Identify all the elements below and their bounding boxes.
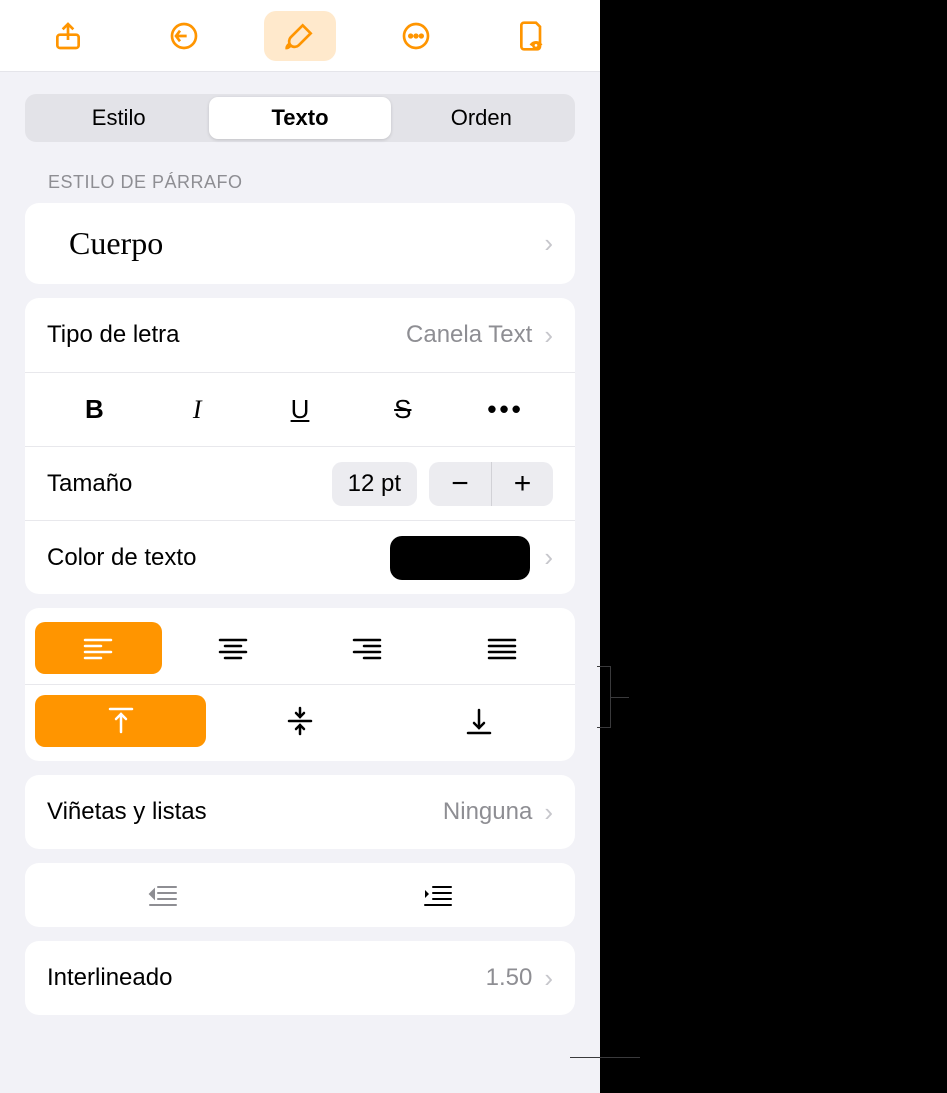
callout-line (611, 697, 629, 698)
text-color-swatch[interactable] (390, 536, 530, 580)
indent-icon (423, 883, 453, 907)
bold-button[interactable]: B (47, 388, 142, 432)
brush-icon (284, 20, 316, 52)
italic-button[interactable]: I (150, 388, 245, 432)
size-value-button[interactable]: 12 pt (332, 462, 417, 506)
vertical-align-row (25, 684, 575, 751)
valign-bottom-button[interactable] (394, 695, 565, 747)
strikethrough-button[interactable]: S (355, 388, 450, 432)
line-spacing-value: 1.50 (486, 964, 533, 992)
align-center-button[interactable] (170, 622, 297, 674)
line-spacing-card: Interlineado 1.50 › (25, 941, 575, 1015)
valign-top-icon (108, 706, 134, 736)
outdent-icon (148, 883, 178, 907)
chevron-right-icon: › (544, 320, 553, 351)
bullets-value: Ninguna (443, 798, 532, 826)
line-spacing-row[interactable]: Interlineado 1.50 › (25, 941, 575, 1015)
indent-card (25, 863, 575, 927)
align-left-button[interactable] (35, 622, 162, 674)
chevron-right-icon: › (544, 228, 553, 259)
align-center-icon (218, 636, 248, 660)
top-toolbar (0, 0, 600, 72)
paragraph-style-row[interactable]: Cuerpo › (25, 203, 575, 284)
bullets-card: Viñetas y listas Ninguna › (25, 775, 575, 849)
document-button[interactable] (496, 11, 568, 61)
format-panel: Estilo Texto Orden ESTILO DE PÁRRAFO Cue… (0, 0, 600, 1093)
more-text-options-button[interactable]: ••• (458, 388, 553, 432)
valign-middle-icon (287, 706, 313, 736)
text-style-row: B I U S ••• (25, 372, 575, 446)
font-label: Tipo de letra (47, 321, 406, 349)
size-increase-button[interactable]: + (491, 462, 553, 506)
paragraph-style-card: Cuerpo › (25, 203, 575, 284)
tab-segmented-control: Estilo Texto Orden (25, 94, 575, 142)
callout-line (570, 1057, 640, 1058)
font-card: Tipo de letra Canela Text › B I U S ••• … (25, 298, 575, 594)
text-color-label: Color de texto (47, 544, 390, 572)
underline-button[interactable]: U (253, 388, 348, 432)
bullets-label: Viñetas y listas (47, 798, 443, 826)
valign-top-button[interactable] (35, 695, 206, 747)
paragraph-style-section-label: ESTILO DE PÁRRAFO (48, 172, 552, 193)
format-button[interactable] (264, 11, 336, 61)
font-row[interactable]: Tipo de letra Canela Text › (25, 298, 575, 372)
tab-style[interactable]: Estilo (28, 97, 209, 139)
align-left-icon (83, 636, 113, 660)
callout-bracket (597, 666, 611, 728)
chevron-right-icon: › (544, 963, 553, 994)
tab-text[interactable]: Texto (209, 97, 390, 139)
chevron-right-icon: › (544, 542, 553, 573)
line-spacing-label: Interlineado (47, 964, 486, 992)
share-button[interactable] (32, 11, 104, 61)
horizontal-align-row (25, 618, 575, 678)
more-button[interactable] (380, 11, 452, 61)
align-right-icon (352, 636, 382, 660)
more-circle-icon (400, 20, 432, 52)
text-color-row[interactable]: Color de texto › (25, 520, 575, 594)
bullets-row[interactable]: Viñetas y listas Ninguna › (25, 775, 575, 849)
outdent-button[interactable] (25, 875, 300, 915)
size-stepper: − + (429, 462, 553, 506)
chevron-right-icon: › (544, 797, 553, 828)
size-decrease-button[interactable]: − (429, 462, 491, 506)
size-row: Tamaño 12 pt − + (25, 446, 575, 520)
indent-button[interactable] (300, 875, 575, 915)
paragraph-style-name: Cuerpo (47, 203, 544, 284)
size-label: Tamaño (47, 470, 332, 498)
valign-bottom-icon (466, 706, 492, 736)
valign-middle-button[interactable] (214, 695, 385, 747)
tab-order[interactable]: Orden (391, 97, 572, 139)
undo-button[interactable] (148, 11, 220, 61)
undo-icon (168, 20, 200, 52)
font-value: Canela Text (406, 321, 532, 349)
align-right-button[interactable] (304, 622, 431, 674)
align-justify-icon (487, 636, 517, 660)
document-eye-icon (516, 20, 548, 52)
alignment-card (25, 608, 575, 761)
align-justify-button[interactable] (439, 622, 566, 674)
share-icon (52, 20, 84, 52)
